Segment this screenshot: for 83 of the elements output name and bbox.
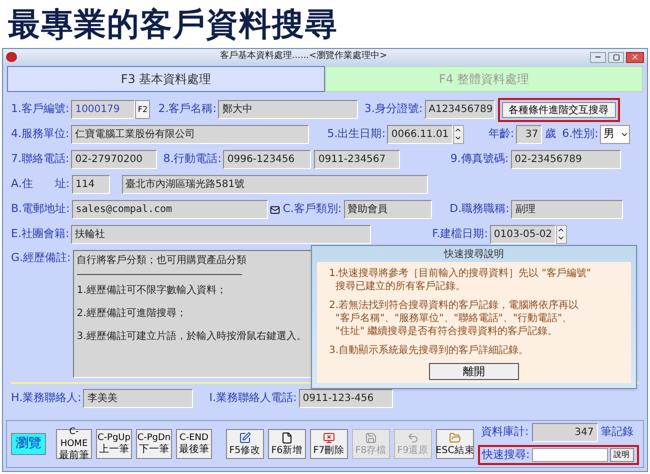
notes-line: 2.經歷備註可進階搜尋；	[76, 306, 188, 321]
dialog-title: 快速搜尋說明	[442, 248, 505, 262]
nav-button[interactable]: C-PgUp 上一筆	[96, 429, 132, 459]
field-label: 1.客戶編號:	[11, 101, 70, 118]
mode-indicator: 瀏覽	[11, 433, 46, 455]
field-label: 4.服務單位:	[11, 126, 70, 142]
text-field[interactable]: 贊助會員	[344, 200, 432, 219]
field-label: H.業務聯絡人:	[11, 390, 82, 406]
tab[interactable]: F3 基本資料處理	[7, 66, 325, 92]
maximize-icon	[612, 54, 620, 60]
page-title: 最專業的客戶資料搜尋	[8, 8, 338, 40]
quick-search-field[interactable]	[532, 448, 608, 462]
field-label: 8.行動電話:	[163, 151, 222, 168]
text-field[interactable]: 0911-234567	[314, 150, 400, 169]
action-button[interactable]: F5修改	[226, 429, 264, 459]
action-button[interactable]: F7刪除	[310, 429, 348, 459]
text-field[interactable]: 02-23456789	[510, 150, 621, 169]
close-icon	[631, 53, 639, 61]
nav-button[interactable]: C-END 最後筆	[176, 429, 212, 459]
text-field[interactable]: 0066.11.01	[387, 125, 454, 144]
folder-icon	[448, 432, 461, 444]
text-field[interactable]: 仁寶電腦工業股份有限公司	[71, 125, 310, 144]
help-button[interactable]: 說明	[610, 448, 634, 462]
maximize-button[interactable]	[608, 52, 624, 62]
text-field[interactable]: 0103-05-02	[490, 225, 556, 244]
field-label: 5.出生日期:	[327, 126, 386, 142]
field-label: D.職務職稱:	[450, 201, 510, 218]
field-label: I.業務聯絡人電話:	[209, 390, 297, 406]
save-icon	[364, 432, 377, 444]
close-dialog-button[interactable]: 離開	[429, 363, 519, 380]
field-label: 筆記錄	[600, 424, 634, 440]
text-field[interactable]: A123456789	[424, 100, 495, 119]
notes-line: 1.經歷備註可不限字數輸入資料；	[76, 284, 228, 298]
document-icon	[280, 432, 293, 444]
field-label: 資料庫計:	[480, 424, 529, 440]
help-paragraph: 3.自動顯示系統最先搜尋到的客戶詳細記錄。	[329, 344, 530, 357]
notes-line: 3.經歷備註可建立片語，於輸入時按滑鼠右鍵選入。	[76, 330, 308, 344]
text-field[interactable]: 鄭大中	[218, 100, 358, 119]
undo-icon	[406, 432, 419, 444]
field-label: A.住 址:	[11, 176, 70, 192]
advanced-search-button[interactable]: 各種條件進階交互搜尋	[502, 102, 616, 118]
text-field[interactable]: 114	[72, 175, 110, 194]
mail-icon[interactable]	[270, 204, 280, 214]
text-field[interactable]: 扶輪社	[71, 225, 372, 244]
field-label: 3.身分證號:	[364, 101, 423, 118]
text-field[interactable]: 0996-123456	[223, 150, 312, 169]
gender-select[interactable]: 男	[600, 125, 630, 144]
field-label: C.客戶類別:	[282, 201, 342, 218]
text-field[interactable]: 李美美	[83, 389, 194, 408]
notes-line: 自行將客戶分類；也可用購買產品分類	[76, 254, 248, 268]
text-field[interactable]: 1000179	[71, 100, 136, 119]
field-label: F.建檔日期:	[432, 226, 488, 242]
edit-icon	[238, 432, 251, 444]
close-button[interactable]	[626, 52, 644, 62]
field-label: 年齡:	[488, 126, 514, 142]
field-label: 歲	[545, 126, 556, 142]
text-field[interactable]: sales@compal.com	[72, 200, 268, 219]
field-label: 7.聯絡電話:	[11, 151, 70, 168]
help-paragraph: 2.若無法找到符合搜尋資料的客戶記錄，電腦將依序再以 "客戶名稱"、"服務單位"、"聯絡電話"、"行動電話"、 "住址" 繼續搜尋是否有符合搜尋資料的客戶記錄。	[329, 299, 580, 338]
nav-button[interactable]: C-PgDn 下一筆	[136, 429, 172, 459]
field-label: 6.性別:	[562, 126, 598, 142]
record-count[interactable]: 347	[532, 423, 598, 442]
text-field[interactable]: 臺北市內湖區瑞光路581號	[122, 175, 428, 194]
field-label: 快速搜尋:	[482, 446, 530, 463]
minimize-button[interactable]	[590, 52, 606, 62]
lookup-button[interactable]: F2	[135, 100, 150, 119]
action-button[interactable]: ESC結束	[436, 429, 474, 459]
field-label: 2.客戶名稱:	[158, 101, 216, 118]
text-field[interactable]: 0911-123-456	[298, 389, 393, 408]
field-label: G.經歷備註:	[11, 250, 71, 266]
nav-button[interactable]: C-HOME 最前筆	[56, 429, 92, 459]
field-label: 9.傳真號碼:	[450, 151, 509, 168]
field-label: B.電郵地址:	[11, 201, 70, 218]
spin-control[interactable]	[556, 225, 567, 244]
field-label: E.社團會籍:	[11, 226, 70, 242]
delete-icon	[322, 432, 335, 444]
text-field[interactable]: 37	[516, 125, 542, 144]
window-title: 客戶基本資料處理......<瀏覽作業處理中>	[218, 50, 388, 64]
app-icon	[6, 52, 17, 62]
text-field[interactable]: 副理	[511, 200, 624, 219]
help-paragraph: 1.快速搜尋將參考［目前輸入的搜尋資料］先以 "客戶編號" 搜尋已建立的所有客戶記錄。	[329, 267, 592, 293]
text-field[interactable]: 02-27970200	[71, 150, 158, 169]
action-button[interactable]: F6新增	[268, 429, 306, 459]
